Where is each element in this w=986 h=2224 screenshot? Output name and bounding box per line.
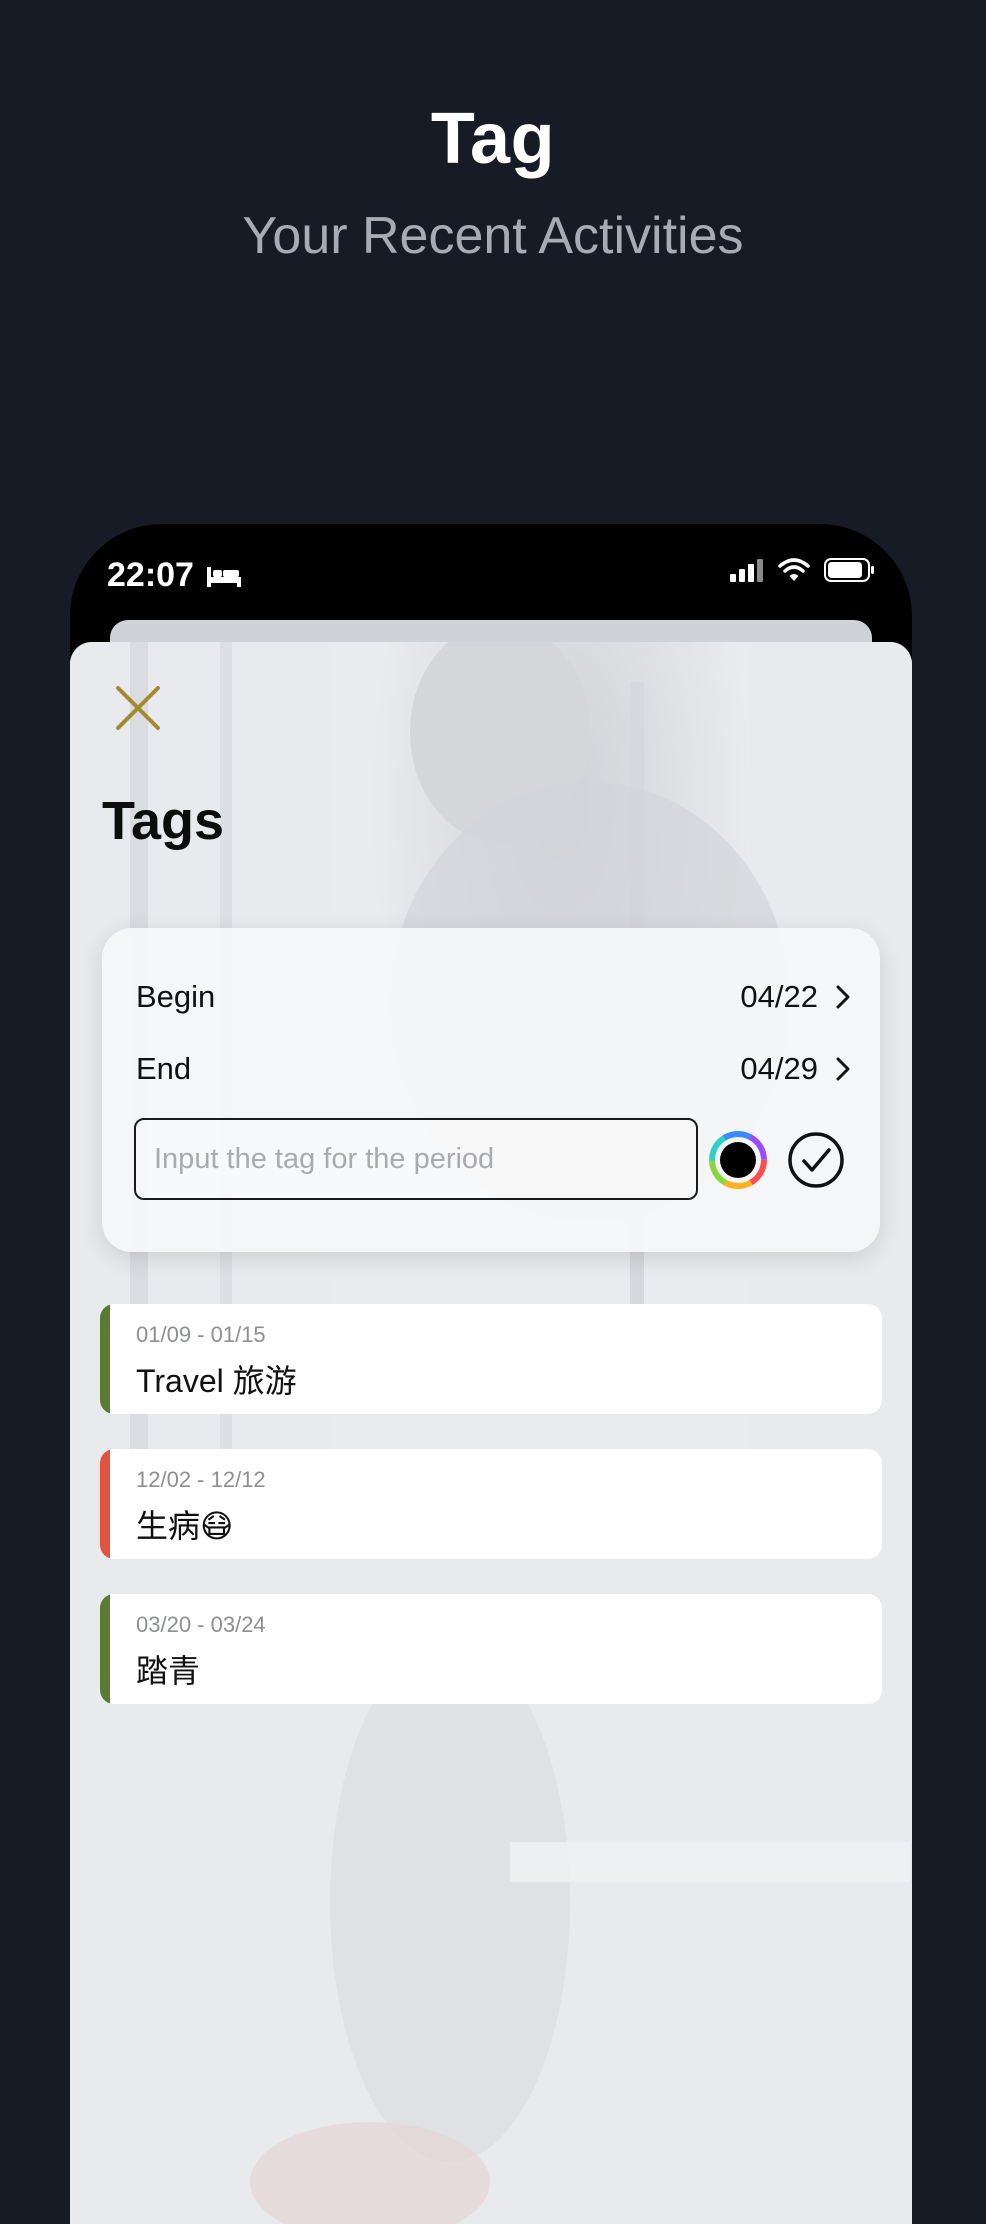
- chevron-right-icon: [836, 1057, 850, 1081]
- tag-name: Travel 旅游: [136, 1363, 297, 1399]
- tag-dates: 01/09 - 01/15: [136, 1322, 266, 1347]
- tag-color-bar: [100, 1594, 110, 1704]
- battery-icon: [824, 558, 874, 582]
- background-photo: [70, 642, 912, 2224]
- period-card: Begin 04/22 End 04/29: [102, 928, 880, 1252]
- tag-item[interactable]: 03/20 - 03/24 踏青: [100, 1594, 882, 1704]
- tags-sheet: Tags Begin 04/22 End 04/29 Input the tag…: [70, 642, 912, 2224]
- status-bar-right: [730, 558, 876, 582]
- tag-name: 生病😷: [136, 1508, 234, 1544]
- status-bar-left: 22:07: [107, 556, 242, 595]
- wifi-icon: [778, 558, 810, 581]
- end-value: 04/29: [740, 1051, 818, 1086]
- cellular-icon: [730, 559, 763, 582]
- chevron-right-icon: [836, 985, 850, 1009]
- hero-subtitle: Your Recent Activities: [242, 207, 744, 265]
- tag-item[interactable]: 12/02 - 12/12 生病😷: [100, 1449, 882, 1559]
- begin-value-group: 04/22: [740, 979, 850, 1015]
- tag-input[interactable]: [134, 1118, 698, 1200]
- confirm-button[interactable]: [786, 1130, 846, 1190]
- begin-date-row[interactable]: Begin 04/22: [136, 972, 850, 1022]
- checkmark-circle-icon: [788, 1132, 844, 1188]
- tag-dates: 12/02 - 12/12: [136, 1467, 266, 1492]
- close-icon: [116, 686, 160, 730]
- status-time: 22:07: [107, 556, 194, 594]
- end-date-row[interactable]: End 04/29: [136, 1044, 850, 1094]
- begin-value: 04/22: [740, 979, 818, 1014]
- color-picker-button[interactable]: [708, 1130, 768, 1190]
- color-wheel-icon: [709, 1131, 767, 1189]
- tag-color-bar: [100, 1304, 110, 1414]
- hero-title: Tag: [430, 99, 556, 179]
- end-value-group: 04/29: [740, 1051, 850, 1087]
- bed-icon: [206, 566, 241, 587]
- close-button[interactable]: [110, 680, 166, 736]
- begin-label: Begin: [136, 979, 216, 1014]
- end-label: End: [136, 1051, 192, 1086]
- tag-item[interactable]: 01/09 - 01/15 Travel 旅游: [100, 1304, 882, 1414]
- tag-name: 踏青: [136, 1653, 201, 1689]
- tag-color-bar: [100, 1449, 110, 1559]
- phone-frame: 22:07 Tags Begin 04/22 End 04/29 Input t…: [70, 524, 912, 2224]
- sheet-title: Tags: [102, 791, 225, 851]
- tag-dates: 03/20 - 03/24: [136, 1612, 266, 1637]
